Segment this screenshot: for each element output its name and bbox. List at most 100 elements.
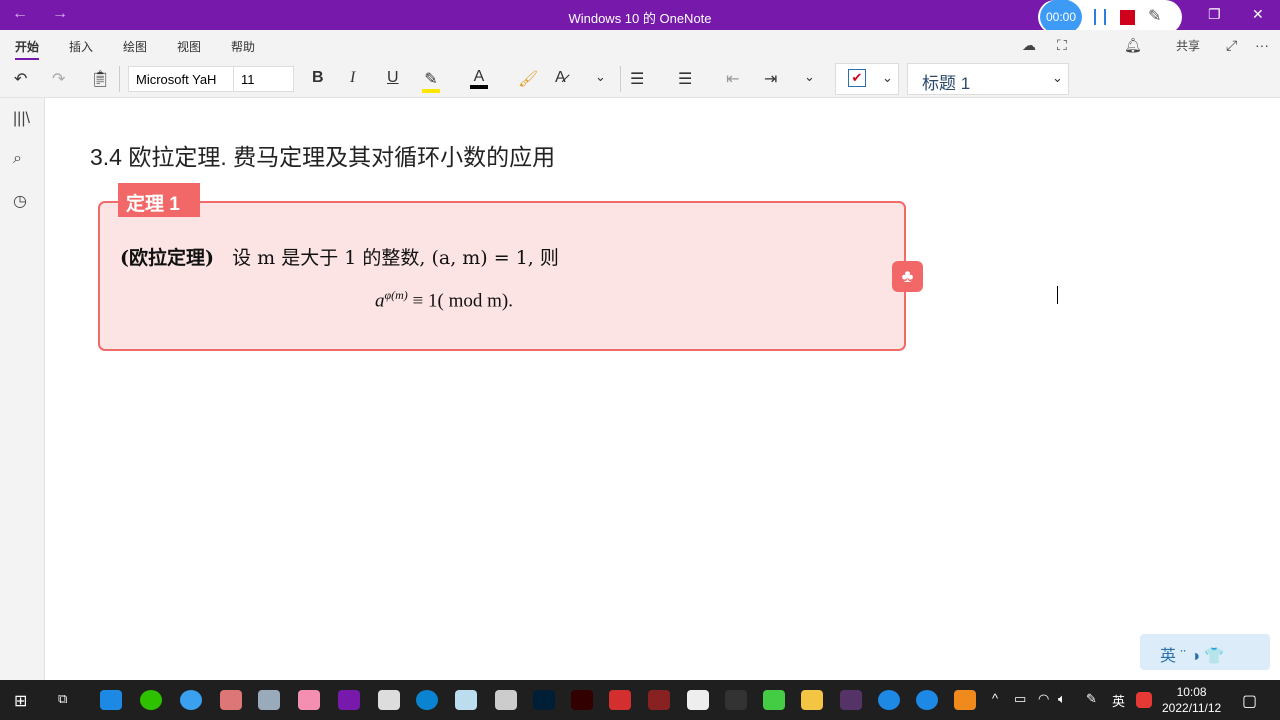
navigation-sidebar: |||\ ⌕ ◷: [0, 98, 45, 680]
search-icon[interactable]: ⌕: [13, 150, 22, 168]
formula-base: a: [375, 290, 385, 312]
more-chevron-icon[interactable]: ⌄: [595, 69, 606, 85]
formula-exponent: φ(m): [384, 288, 408, 302]
app-icon[interactable]: [916, 690, 938, 710]
bullet-list-icon[interactable]: ☰: [630, 69, 644, 89]
wechat-icon[interactable]: [140, 690, 162, 710]
stop-icon[interactable]: [1120, 10, 1135, 25]
clock-date: 2022/11/12: [1162, 701, 1222, 715]
app-icon[interactable]: [954, 690, 976, 710]
windows-start-icon[interactable]: ⊞: [14, 691, 27, 711]
style-selector[interactable]: 标题 1 ⌄: [907, 63, 1069, 95]
app-icon[interactable]: [100, 690, 122, 710]
notification-center-icon[interactable]: ▢: [1242, 691, 1257, 711]
photoshop-icon[interactable]: [533, 690, 555, 710]
fullscreen-icon[interactable]: ⛶: [1057, 37, 1067, 54]
pen-tray-icon[interactable]: ✎: [1086, 691, 1097, 707]
expand-icon[interactable]: ⤢: [1226, 37, 1237, 54]
input-language[interactable]: 英: [1112, 691, 1125, 710]
tab-draw[interactable]: 绘图: [123, 38, 147, 55]
taskbar: ⊞ ⧉ ^ ▭ ◠ 🔈︎ ✎ 英 10:08 2022/11/12 ▢: [0, 680, 1280, 720]
format-painter-icon[interactable]: 🖌︎: [518, 69, 538, 89]
file-explorer-icon[interactable]: [801, 690, 823, 710]
page-heading[interactable]: 3.4 欧拉定理. 费马定理及其对循环小数的应用: [90, 138, 555, 172]
tab-home[interactable]: 开始: [15, 38, 40, 61]
font-color-button[interactable]: A: [470, 69, 488, 89]
app-icon[interactable]: [687, 690, 709, 710]
font-selector[interactable]: Microsoft YaH 11: [128, 66, 294, 92]
app-icon[interactable]: [878, 690, 900, 710]
screen-recorder-widget: 00:00 ✎: [1038, 0, 1182, 35]
paragraph-more-chevron-icon[interactable]: ⌄: [804, 69, 815, 85]
app-icon[interactable]: [180, 690, 202, 710]
font-size-input[interactable]: 11: [233, 67, 262, 91]
font-name-input[interactable]: Microsoft YaH: [136, 72, 216, 87]
clock[interactable]: 10:08 2022/11/12: [1162, 684, 1221, 716]
app-icon[interactable]: [840, 690, 862, 710]
theorem-box: (欧拉定理) 设 m 是大于 1 的整数, (a, m) = 1, 则 aφ(m…: [98, 201, 906, 351]
outdent-icon[interactable]: ⇤: [726, 69, 739, 89]
indent-icon[interactable]: ⇥: [764, 69, 777, 89]
illustrator-icon[interactable]: [571, 690, 593, 710]
pen-icon[interactable]: ✎: [1148, 6, 1161, 26]
todo-chevron-icon[interactable]: ⌄: [882, 70, 893, 86]
app-icon[interactable]: [495, 690, 517, 710]
edge-icon[interactable]: [416, 690, 438, 710]
app-icon[interactable]: [378, 690, 400, 710]
tab-view[interactable]: 视图: [177, 38, 201, 55]
sogou-icon[interactable]: [1136, 692, 1152, 708]
wps-icon[interactable]: [609, 690, 631, 710]
club-icon[interactable]: ♣: [892, 261, 923, 292]
wifi-icon[interactable]: ◠: [1038, 691, 1049, 707]
sync-icon[interactable]: ☁: [1022, 37, 1036, 54]
bold-button[interactable]: B: [312, 69, 324, 87]
style-value: 标题 1: [922, 74, 971, 93]
divider: [119, 66, 120, 92]
app-icon[interactable]: [455, 690, 477, 710]
ime-toolbar[interactable]: 英 ¨ ◑ 👕: [1140, 634, 1270, 670]
clear-format-icon[interactable]: A̷: [555, 69, 566, 87]
style-chevron-icon[interactable]: ⌄: [1052, 70, 1063, 86]
ribbon-toolbar: ↶ ↷ 📋︎ Microsoft YaH 11 B I U ✎ A 🖌︎ A̷ …: [0, 60, 1280, 98]
theorem-statement: (欧拉定理) 设 m 是大于 1 的整数, (a, m) = 1, 则: [120, 243, 559, 270]
recent-clock-icon[interactable]: ◷: [13, 191, 27, 211]
checkbox-icon: ✔: [848, 69, 866, 87]
volume-icon[interactable]: 🔈︎: [1058, 691, 1066, 707]
app-icon[interactable]: [220, 690, 242, 710]
highlight-icon[interactable]: ✎: [422, 69, 440, 93]
restore-button[interactable]: ❐: [1208, 6, 1221, 23]
tray-chevron-icon[interactable]: ^: [992, 691, 998, 706]
qq-icon[interactable]: [725, 690, 747, 710]
theorem-label: 定理 1: [118, 183, 200, 217]
task-view-icon[interactable]: ⧉: [58, 691, 67, 707]
onenote-icon[interactable]: [338, 690, 360, 710]
share-button[interactable]: 共享: [1176, 37, 1200, 54]
paint-icon[interactable]: [258, 690, 280, 710]
close-button[interactable]: ✕: [1252, 6, 1264, 23]
clock-time: 10:08: [1176, 685, 1207, 699]
divider: [620, 66, 621, 92]
text-cursor: [1057, 286, 1058, 304]
ribbon-tabs: 开始 插入 绘图 视图 帮助 ☁ ⛶ 🔔︎ 共享 ⤢ ···: [0, 30, 1280, 61]
theorem-formula: aφ(m) ≡ 1( mod m).: [375, 288, 513, 312]
redo-icon[interactable]: ↷: [52, 69, 65, 89]
formula-rest: ≡ 1( mod m).: [407, 290, 513, 312]
pause-icon[interactable]: [1094, 9, 1106, 25]
todo-tag-button[interactable]: ✔ ⌄: [835, 63, 899, 95]
battery-icon[interactable]: ▭: [1014, 691, 1026, 707]
app-icon[interactable]: [763, 690, 785, 710]
italic-button[interactable]: I: [350, 69, 355, 87]
more-button[interactable]: ···: [1255, 37, 1269, 53]
app-icon[interactable]: [298, 690, 320, 710]
theorem-text: 设 m 是大于 1 的整数, (a, m) = 1, 则: [232, 247, 559, 269]
numbered-list-icon[interactable]: ☰: [678, 69, 692, 89]
note-page[interactable]: 3.4 欧拉定理. 费马定理及其对循环小数的应用 (欧拉定理) 设 m 是大于 …: [46, 98, 1280, 680]
app-icon[interactable]: [648, 690, 670, 710]
tab-help[interactable]: 帮助: [231, 38, 255, 55]
underline-button[interactable]: U: [387, 69, 399, 87]
tab-insert[interactable]: 插入: [69, 38, 93, 55]
clipboard-icon[interactable]: 📋︎: [90, 69, 110, 89]
undo-icon[interactable]: ↶: [14, 69, 27, 89]
notification-icon[interactable]: 🔔︎: [1124, 37, 1142, 54]
notebooks-icon[interactable]: |||\: [13, 110, 30, 128]
